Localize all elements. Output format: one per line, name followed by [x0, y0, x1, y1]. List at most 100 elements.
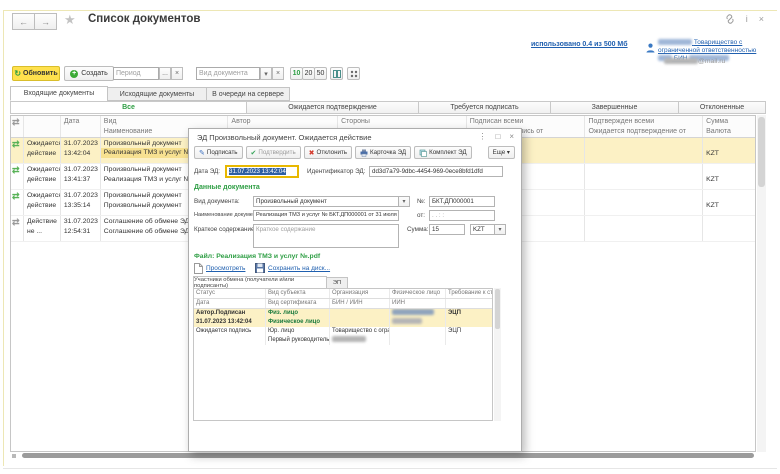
participant-row[interactable]: Ожидается подпись Юр. лицоПервый руковод…: [194, 327, 492, 345]
create-button[interactable]: + Создать: [64, 66, 114, 81]
participants-table: Статус Вид субъекта Организация Физическ…: [193, 288, 493, 421]
forward-button[interactable]: →: [34, 13, 57, 30]
filter-finished[interactable]: Завершенные: [550, 101, 679, 114]
row-date: 31.07.202313:42:04: [61, 138, 101, 163]
tab-incoming[interactable]: Входящие документы: [10, 86, 108, 101]
row-currency: KZT: [703, 138, 755, 163]
frame-line: [3, 468, 777, 469]
horizontal-scrollbar[interactable]: [10, 452, 756, 460]
participants-subheader: Дата Вид сертификата БИН / ИИН ИИН: [194, 299, 492, 309]
ed-date-field[interactable]: 31.07.2023 13:42:04: [225, 165, 299, 178]
ed-id-field[interactable]: dd3d7a79-9dbc-4454-969-0ece8bfd1dfd: [369, 166, 503, 177]
dialog-title: ЭД Произвольный документ. Ожидается дейс…: [197, 133, 372, 142]
doc-name-field[interactable]: Реализация ТМЗ и услуг № БКТ.ДП000001 от…: [253, 210, 399, 221]
vertical-scrollbar[interactable]: [757, 115, 766, 452]
scrollbar-thumb[interactable]: [22, 453, 754, 458]
back-button[interactable]: ←: [12, 13, 35, 30]
columns-view-button[interactable]: [330, 67, 343, 80]
tab-outgoing[interactable]: Исходящие документы: [107, 87, 207, 101]
exchange-icon: ⇄: [12, 191, 20, 201]
participant-row[interactable]: Автор.Подписан31.07.2023 13:42:04 Физ. л…: [194, 309, 492, 327]
row-status: Ожидается действие: [24, 190, 61, 215]
sign-button[interactable]: ✎ Подписать: [194, 146, 243, 159]
info-icon[interactable]: i: [746, 15, 748, 24]
frame-line: [3, 10, 4, 466]
cross-icon: ✖: [309, 149, 315, 157]
tab-server-queue[interactable]: В очереди на сервере: [206, 87, 290, 101]
scrollbar-thumb[interactable]: [758, 117, 765, 187]
decline-button[interactable]: ✖ Отклонить: [304, 146, 352, 159]
maximize-icon[interactable]: □: [495, 132, 500, 141]
page-icon: [194, 263, 203, 274]
row-status: Ожидается действие: [24, 164, 61, 189]
participants-scrollbar[interactable]: [494, 288, 501, 421]
dialog-window-controls: ⋮ □ ×: [478, 132, 514, 141]
participants-header: Статус Вид субъекта Организация Физическ…: [194, 289, 492, 299]
back-icon: ←: [19, 17, 28, 27]
doc-number-field[interactable]: БКТ.ДП000001: [429, 196, 495, 207]
dialog-toolbar: ✎ Подписать ✔ Подтвердить ✖ Отклонить Ка…: [194, 146, 472, 159]
page-size-50[interactable]: 50: [314, 67, 327, 80]
more-button[interactable]: Еще ▾: [488, 146, 515, 159]
doc-kind-dropdown[interactable]: ▾: [399, 196, 410, 207]
ed-id-label: Идентификатор ЭД:: [307, 168, 365, 175]
ed-document-dialog: ЭД Произвольный документ. Ожидается дейс…: [188, 128, 522, 452]
layers-icon: [419, 149, 427, 157]
doctype-input[interactable]: [196, 67, 260, 80]
close-icon[interactable]: ×: [759, 15, 764, 24]
favorite-star-icon[interactable]: ★: [64, 12, 76, 28]
filter-all[interactable]: Все: [10, 101, 247, 114]
summary-label: Краткое содержание:: [194, 226, 256, 233]
row-status: Ожидается действие: [24, 138, 61, 163]
save-file-link[interactable]: Сохранить на диск...: [268, 265, 330, 272]
settings-icon: [350, 70, 358, 78]
refresh-button[interactable]: ↻ Обновить: [12, 66, 60, 81]
filter-rejected[interactable]: Отклоненные: [678, 101, 766, 114]
redacted-text: [664, 58, 698, 64]
doc-from-field[interactable]: . . : :: [429, 210, 495, 221]
row-date: 31.07.202313:35:14: [61, 190, 101, 215]
get-link-icon[interactable]: [725, 14, 735, 24]
confirm-button[interactable]: ✔ Подтвердить: [246, 146, 301, 159]
currency-field[interactable]: KZT: [470, 224, 495, 235]
dialog-close-icon[interactable]: ×: [509, 132, 514, 141]
user-icon: [646, 43, 655, 53]
filter-await-confirmation[interactable]: Ожидается подтверждение: [246, 101, 419, 114]
status-filters: Все Ожидается подтверждение Требуется по…: [10, 101, 766, 114]
redacted-text: [332, 336, 366, 342]
chevron-down-icon: ▾: [507, 149, 510, 156]
save-disk-icon: [255, 263, 265, 273]
doc-from-label: от:: [417, 212, 425, 219]
file-heading: Файл: Реализация ТМЗ и услуг №.pdf: [194, 253, 320, 260]
printer-icon: [360, 149, 368, 157]
doc-kind-field[interactable]: Произвольный документ: [253, 196, 399, 207]
period-input[interactable]: [113, 67, 159, 80]
settings-button[interactable]: [347, 67, 360, 80]
ed-card-button[interactable]: Карточка ЭД: [355, 146, 411, 159]
doc-type-icon: ⇄: [12, 117, 20, 127]
col-sum[interactable]: СуммаВалюта: [703, 116, 755, 137]
pen-icon: ✎: [199, 149, 205, 157]
col-confirmed[interactable]: Подтвержден всемиОжидается подтверждение…: [585, 116, 703, 137]
sum-field[interactable]: 15: [429, 224, 465, 235]
col-date[interactable]: Дата: [61, 116, 101, 137]
row-currency: KZT: [703, 190, 755, 215]
doctype-clear-button[interactable]: ×: [272, 67, 284, 80]
view-file-link[interactable]: Просмотреть: [206, 265, 245, 272]
org-name-part1: Товарищество с: [694, 39, 743, 46]
scrollbar-thumb[interactable]: [495, 289, 500, 329]
doctype-dropdown-button[interactable]: ▾: [260, 67, 272, 80]
redacted-text: [658, 39, 692, 45]
forward-icon: →: [41, 17, 50, 27]
currency-dropdown[interactable]: ▾: [495, 224, 506, 235]
filter-need-sign[interactable]: Требуется подписать: [418, 101, 551, 114]
more-vert-icon[interactable]: ⋮: [478, 132, 486, 141]
summary-field[interactable]: Краткое содержание: [253, 224, 399, 248]
ed-bundle-button[interactable]: Комплект ЭД: [414, 146, 471, 159]
storage-usage-link[interactable]: использовано 0.4 из 500 Мб: [531, 41, 628, 48]
period-choose-button[interactable]: ...: [159, 67, 171, 80]
email-domain: @mail.ru: [698, 58, 725, 65]
period-clear-button[interactable]: ×: [171, 67, 183, 80]
row-status: Действие не ...: [24, 216, 61, 241]
scroll-left-button[interactable]: [12, 454, 16, 458]
